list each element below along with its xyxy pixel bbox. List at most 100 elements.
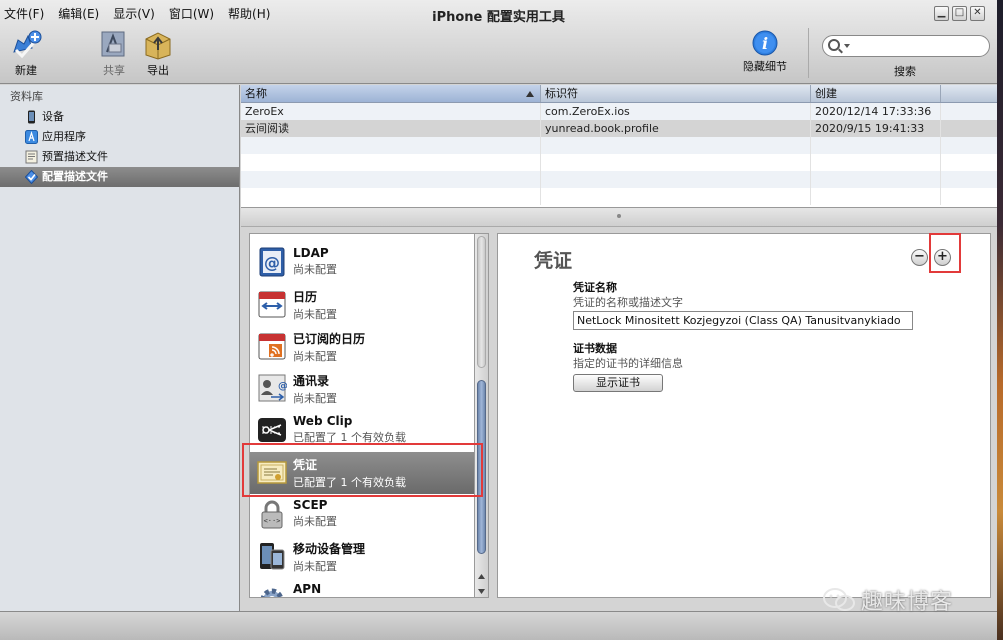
share-button[interactable]: 共享 <box>99 30 129 78</box>
show-certificate-button[interactable]: 显示证书 <box>573 374 663 392</box>
scroll-thumb[interactable] <box>477 380 486 554</box>
payload-name: LDAP <box>293 246 329 260</box>
scroll-track-upper <box>477 236 486 368</box>
payload-item-web-clip[interactable]: Web Clip 已配置了 1 个有效负载 <box>250 410 474 452</box>
cell-identifier: com.ZeroEx.ios <box>541 103 811 120</box>
svg-text:<··>: <··> <box>264 517 281 525</box>
add-payload-button[interactable]: + <box>934 249 951 266</box>
payload-item-ldap[interactable]: @ LDAP 尚未配置 <box>250 242 474 284</box>
payload-item-subscribed-calendar[interactable]: 已订阅的日历 尚未配置 <box>250 326 474 368</box>
payload-name: SCEP <box>293 498 328 512</box>
column-label: 创建 <box>815 87 837 100</box>
export-box-icon <box>145 32 171 60</box>
sidebar-item-provisioning-profiles[interactable]: 预置描述文件 <box>0 147 239 167</box>
cell-empty <box>941 120 997 137</box>
payload-item-contacts[interactable]: @ 通讯录 尚未配置 <box>250 368 474 410</box>
chevron-down-icon[interactable] <box>844 44 850 48</box>
library-header: 资料库 <box>10 90 43 103</box>
table-header: 名称 标识符 创建 <box>241 85 997 103</box>
share-label: 共享 <box>103 64 125 77</box>
configuration-profile-icon <box>25 170 38 184</box>
watermark: 趣味博客 <box>822 584 953 616</box>
info-icon: i <box>752 30 778 56</box>
new-label: 新建 <box>15 64 37 77</box>
search-field[interactable] <box>822 35 990 57</box>
column-label: 名称 <box>245 87 267 100</box>
device-icon <box>28 110 35 124</box>
minimize-button[interactable]: ▁ <box>934 6 949 21</box>
credential-icon <box>257 461 287 484</box>
mdm-icon <box>260 543 285 570</box>
table-body: ZeroEx com.ZeroEx.ios 2020/12/14 17:33:3… <box>241 103 997 205</box>
search-label: 搜索 <box>894 65 916 78</box>
column-header-identifier[interactable]: 标识符 <box>541 85 811 102</box>
column-label: 标识符 <box>545 87 578 100</box>
payload-name: APN <box>293 582 322 596</box>
table-row-empty <box>241 188 997 205</box>
table-row[interactable]: 云间阅读 yunread.book.profile 2020/9/15 19:4… <box>241 120 997 137</box>
table-row-empty <box>241 171 997 188</box>
payload-item-credentials[interactable]: 凭证 已配置了 1 个有效负载 <box>250 452 474 494</box>
credential-detail-panel: 凭证 − + 凭证名称 凭证的名称或描述文字 证书数据 指定的证书的详细信息 显… <box>497 233 991 598</box>
credential-name-field[interactable] <box>573 311 913 330</box>
hide-details-button[interactable]: i 隐藏细节 <box>743 30 787 74</box>
payload-name: Web Clip <box>293 414 353 428</box>
provisioning-profile-icon <box>25 150 38 164</box>
cell-identifier: yunread.book.profile <box>541 120 811 137</box>
export-button[interactable]: 导出 <box>143 30 173 78</box>
scep-lock-icon: <··> <box>261 500 283 529</box>
scroll-up-arrow-icon[interactable] <box>476 571 487 583</box>
payload-list-scrollbar[interactable] <box>475 233 489 598</box>
cell-name: 云间阅读 <box>241 120 541 137</box>
contacts-icon: @ <box>258 374 287 402</box>
column-header-created[interactable]: 创建 <box>811 85 941 102</box>
close-button[interactable]: ✕ <box>970 6 985 21</box>
remove-payload-button[interactable]: − <box>911 249 928 266</box>
payload-item-scep[interactable]: <··> SCEP 尚未配置 <box>250 494 474 536</box>
sidebar-item-applications[interactable]: 应用程序 <box>0 127 239 147</box>
watermark-text: 趣味博客 <box>861 590 954 615</box>
payload-list: @ LDAP 尚未配置 日历 尚未配置 已订阅的日历 尚未配置 @ 通讯录 尚未… <box>249 233 475 598</box>
profiles-table: 名称 标识符 创建 ZeroEx com.ZeroEx.ios 2020/12/… <box>241 85 997 207</box>
share-icon <box>101 31 125 57</box>
table-row[interactable]: ZeroEx com.ZeroEx.ios 2020/12/14 17:33:3… <box>241 103 997 120</box>
toolbar-separator <box>808 28 809 78</box>
payload-item-apn[interactable]: APN <box>250 578 474 597</box>
table-row-empty <box>241 154 997 171</box>
payload-item-mdm[interactable]: 移动设备管理 尚未配置 <box>250 536 474 578</box>
search-input[interactable] <box>851 38 985 54</box>
desktop-background-strip <box>997 0 1003 640</box>
scroll-down-arrow-icon[interactable] <box>476 585 487 597</box>
sidebar-item-devices[interactable]: 设备 <box>0 107 239 127</box>
svg-text:@: @ <box>278 381 287 392</box>
credential-name-description: 凭证的名称或描述文字 <box>573 296 683 309</box>
column-header-name[interactable]: 名称 <box>241 85 541 102</box>
splitter-grip-icon <box>617 214 621 218</box>
sidebar-item-configuration-profiles[interactable]: 配置描述文件 <box>0 167 239 187</box>
new-profile-icon <box>13 30 42 59</box>
window-title: iPhone 配置实用工具 <box>432 10 565 25</box>
maximize-button[interactable]: □ <box>952 6 967 21</box>
table-row-empty <box>241 137 997 154</box>
new-button[interactable]: 新建 <box>10 30 42 78</box>
cell-name: ZeroEx <box>241 103 541 120</box>
certificate-data-description: 指定的证书的详细信息 <box>573 357 683 370</box>
payload-status: 尚未配置 <box>293 308 337 321</box>
calendar-icon <box>258 291 286 318</box>
window-controls: ▁ □ ✕ <box>934 6 985 21</box>
certificate-data-label: 证书数据 <box>573 342 617 355</box>
pane-splitter[interactable] <box>241 207 997 227</box>
ldap-icon: @ <box>259 247 285 277</box>
credential-name-label: 凭证名称 <box>573 281 617 294</box>
detail-title: 凭证 <box>534 250 573 272</box>
svg-text:@: @ <box>264 253 280 272</box>
cell-empty <box>941 103 997 120</box>
cell-created: 2020/12/14 17:33:36 <box>811 103 941 120</box>
payload-status: 尚未配置 <box>293 392 337 405</box>
apn-gear-icon <box>260 588 284 597</box>
payload-item-calendar[interactable]: 日历 尚未配置 <box>250 284 474 326</box>
sort-ascending-icon <box>526 91 534 97</box>
app-store-icon <box>25 130 38 144</box>
payload-name: 移动设备管理 <box>293 542 366 556</box>
payload-status: 尚未配置 <box>293 515 337 528</box>
